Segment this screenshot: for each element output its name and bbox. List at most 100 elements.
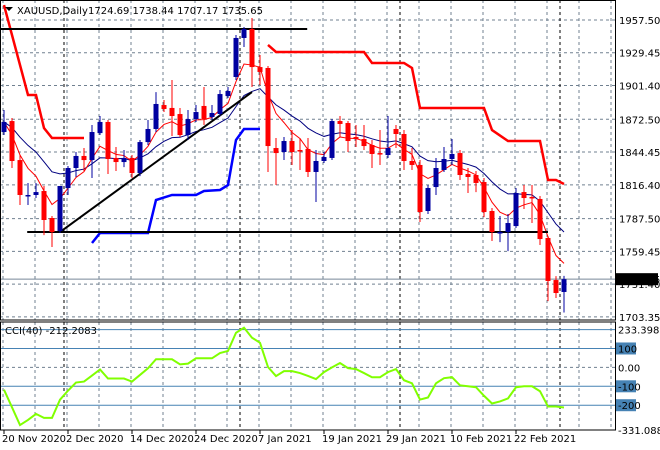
bull-candle xyxy=(513,193,519,227)
bear-candle xyxy=(257,67,263,72)
candles xyxy=(1,17,567,313)
bull-candle xyxy=(433,168,439,188)
cci-tick-label: 233.3982 xyxy=(618,326,660,337)
cci-label: CCI(40) -212.2083 xyxy=(5,326,97,337)
bear-candle xyxy=(273,148,279,154)
price-tick-label: 1844.45 xyxy=(619,148,660,159)
bear-candle xyxy=(49,218,55,233)
grid xyxy=(0,0,615,430)
bear-candle xyxy=(481,182,487,213)
date-tick-label: 20 Nov 2020 xyxy=(2,434,66,445)
bull-candle xyxy=(425,187,431,211)
bear-candle xyxy=(457,153,463,176)
bull-candle xyxy=(193,112,199,120)
cci-panel xyxy=(0,326,615,427)
bull-candle xyxy=(65,168,71,188)
bear-candle xyxy=(473,175,479,183)
indicators xyxy=(0,4,565,264)
bear-candle xyxy=(345,123,351,142)
bull-candle xyxy=(233,37,239,77)
bull-candle xyxy=(241,28,247,38)
current-price-label: 1735.65 xyxy=(619,275,660,286)
bear-candle xyxy=(161,105,167,110)
bear-candle xyxy=(9,121,15,161)
bear-candle xyxy=(521,192,527,199)
date-tick-label: 19 Jan 2021 xyxy=(322,434,382,445)
bull-candle xyxy=(97,121,103,134)
bull-candle xyxy=(561,279,567,292)
bull-candle xyxy=(145,128,151,143)
bear-candle xyxy=(265,67,271,147)
bear-candle xyxy=(417,164,423,213)
bull-candle xyxy=(209,112,215,118)
bull-candle xyxy=(281,141,287,152)
bear-candle xyxy=(305,148,311,172)
date-tick-label: 22 Feb 2021 xyxy=(514,434,576,445)
ohlc-values: 1724.69 1738.44 1707.17 1735.65 xyxy=(88,6,263,17)
bull-candle xyxy=(385,148,391,156)
bull-candle xyxy=(121,157,127,163)
date-tick-label: 2 Dec 2020 xyxy=(66,434,124,445)
bear-candle xyxy=(177,114,183,136)
bull-candle xyxy=(217,94,223,115)
bull-candle xyxy=(329,121,335,158)
bull-candle xyxy=(73,155,79,169)
cci-tick-label: 100 xyxy=(618,344,637,355)
bear-candle xyxy=(353,137,359,140)
bull-candle xyxy=(497,232,503,234)
bull-candle xyxy=(25,194,31,197)
bear-candle xyxy=(201,105,207,120)
bull-candle xyxy=(505,223,511,233)
bull-candle xyxy=(137,142,143,174)
bear-candle xyxy=(105,121,111,160)
bull-candle xyxy=(1,121,7,133)
date-tick-label: 14 Dec 2020 xyxy=(130,434,194,445)
price-tick-label: 1957.50 xyxy=(619,16,660,27)
bear-candle xyxy=(41,191,47,220)
bear-candle xyxy=(465,173,471,177)
bear-candle xyxy=(81,155,87,161)
price-chart[interactable]: 1957.50 1929.45 1901.40 1872.50 1844.45 1816.… xyxy=(0,0,660,450)
bull-candle xyxy=(313,160,319,172)
bear-candle xyxy=(369,144,375,154)
cci-tick-label: -200 xyxy=(618,401,641,412)
lower-band-line xyxy=(91,127,260,244)
bear-candle xyxy=(169,107,175,117)
bull-candle xyxy=(89,132,95,161)
bear-candle xyxy=(553,280,559,294)
upper-band-line xyxy=(2,4,84,140)
bear-candle xyxy=(489,210,495,233)
bear-candle xyxy=(393,128,399,135)
date-tick-label: 7 Jan 2021 xyxy=(258,434,312,445)
price-tick-label: 1703.35 xyxy=(619,313,660,324)
chart-header: XAUUSD,Daily 1724.69 1738.44 1707.17 173… xyxy=(5,6,263,17)
bear-candle xyxy=(409,160,415,165)
bear-candle xyxy=(377,153,383,155)
bear-candle xyxy=(361,139,367,147)
price-tick-label: 1929.45 xyxy=(619,49,660,60)
fast-ma-line xyxy=(3,63,565,264)
bear-candle xyxy=(249,28,255,68)
cci-tick-label: -331.088 xyxy=(618,426,660,437)
bull-candle xyxy=(225,91,231,97)
bull-candle xyxy=(185,119,191,136)
cci-tick-label: 0.00 xyxy=(618,363,640,374)
price-tick-label: 1787.50 xyxy=(619,215,660,226)
bear-candle xyxy=(289,141,295,152)
bear-candle xyxy=(113,157,119,163)
bear-candle xyxy=(17,160,23,195)
bull-candle xyxy=(57,185,63,231)
bear-candle xyxy=(537,198,543,240)
date-tick-label: 29 Jan 2021 xyxy=(386,434,446,445)
price-tick-label: 1901.40 xyxy=(619,82,660,93)
cci-line xyxy=(3,326,565,427)
bull-candle xyxy=(153,103,159,129)
date-tick-label: 24 Dec 2020 xyxy=(194,434,258,445)
price-tick-label: 1816.40 xyxy=(619,181,660,192)
bull-candle xyxy=(321,157,327,161)
bear-candle xyxy=(401,134,407,161)
bull-candle xyxy=(33,192,39,195)
price-tick-label: 1759.45 xyxy=(619,247,660,258)
cci-tick-label: -100 xyxy=(618,382,641,393)
bear-candle xyxy=(529,196,535,199)
